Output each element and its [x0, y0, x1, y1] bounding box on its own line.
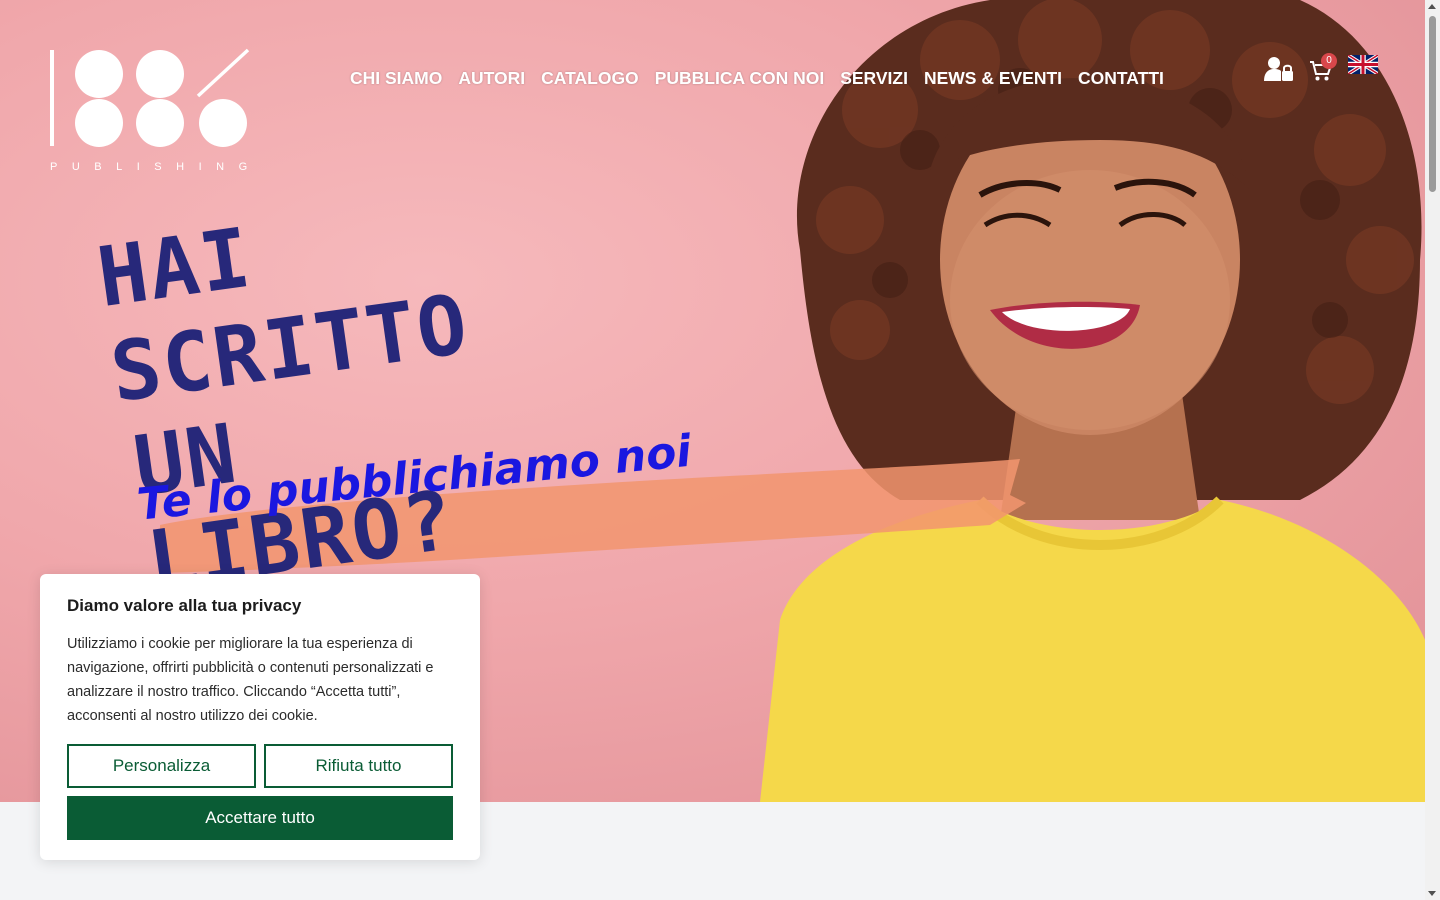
nav-autori[interactable]: AUTORI — [458, 68, 525, 89]
uk-flag-icon[interactable] — [1348, 55, 1378, 74]
nav-news-eventi[interactable]: NEWS & EVENTI — [924, 68, 1062, 89]
logo-text: PUBLISHING — [50, 161, 262, 173]
cookie-text: Utilizziamo i cookie per migliorare la t… — [67, 636, 434, 724]
logo-mark — [50, 48, 250, 147]
reject-all-button[interactable]: Rifiuta tutto — [264, 744, 453, 788]
nav-servizi[interactable]: SERVIZI — [840, 68, 908, 89]
customize-button[interactable]: Personalizza — [67, 744, 256, 788]
nav-contatti[interactable]: CONTATTI — [1078, 68, 1164, 89]
page-scrollbar[interactable] — [1425, 0, 1440, 900]
cookie-button-row: Personalizza Rifiuta tutto — [67, 744, 453, 788]
cart-count-badge: 0 — [1321, 53, 1337, 69]
scroll-thumb[interactable] — [1429, 16, 1436, 192]
user-lock-icon[interactable] — [1264, 56, 1294, 82]
cookie-banner: Diamo valore alla tua privacy Utilizziam… — [40, 574, 480, 860]
accept-all-button[interactable]: Accettare tutto — [67, 796, 453, 840]
site-logo[interactable]: PUBLISHING — [48, 48, 253, 178]
nav-pubblica-con-noi[interactable]: PUBBLICA CON NOI — [655, 68, 825, 89]
nav-chi-siamo[interactable]: CHI SIAMO — [350, 68, 442, 89]
scroll-up-arrow-icon[interactable] — [1428, 4, 1436, 9]
main-nav: CHI SIAMO AUTORI CATALOGO PUBBLICA CON N… — [350, 68, 1164, 89]
nav-catalogo[interactable]: CATALOGO — [541, 68, 639, 89]
hero-headline: HAI SCRITTO UN LIBRO? — [92, 168, 581, 610]
hero-person-image — [760, 0, 1425, 802]
cookie-title: Diamo valore alla tua privacy — [67, 596, 302, 615]
scroll-down-arrow-icon[interactable] — [1428, 891, 1436, 896]
